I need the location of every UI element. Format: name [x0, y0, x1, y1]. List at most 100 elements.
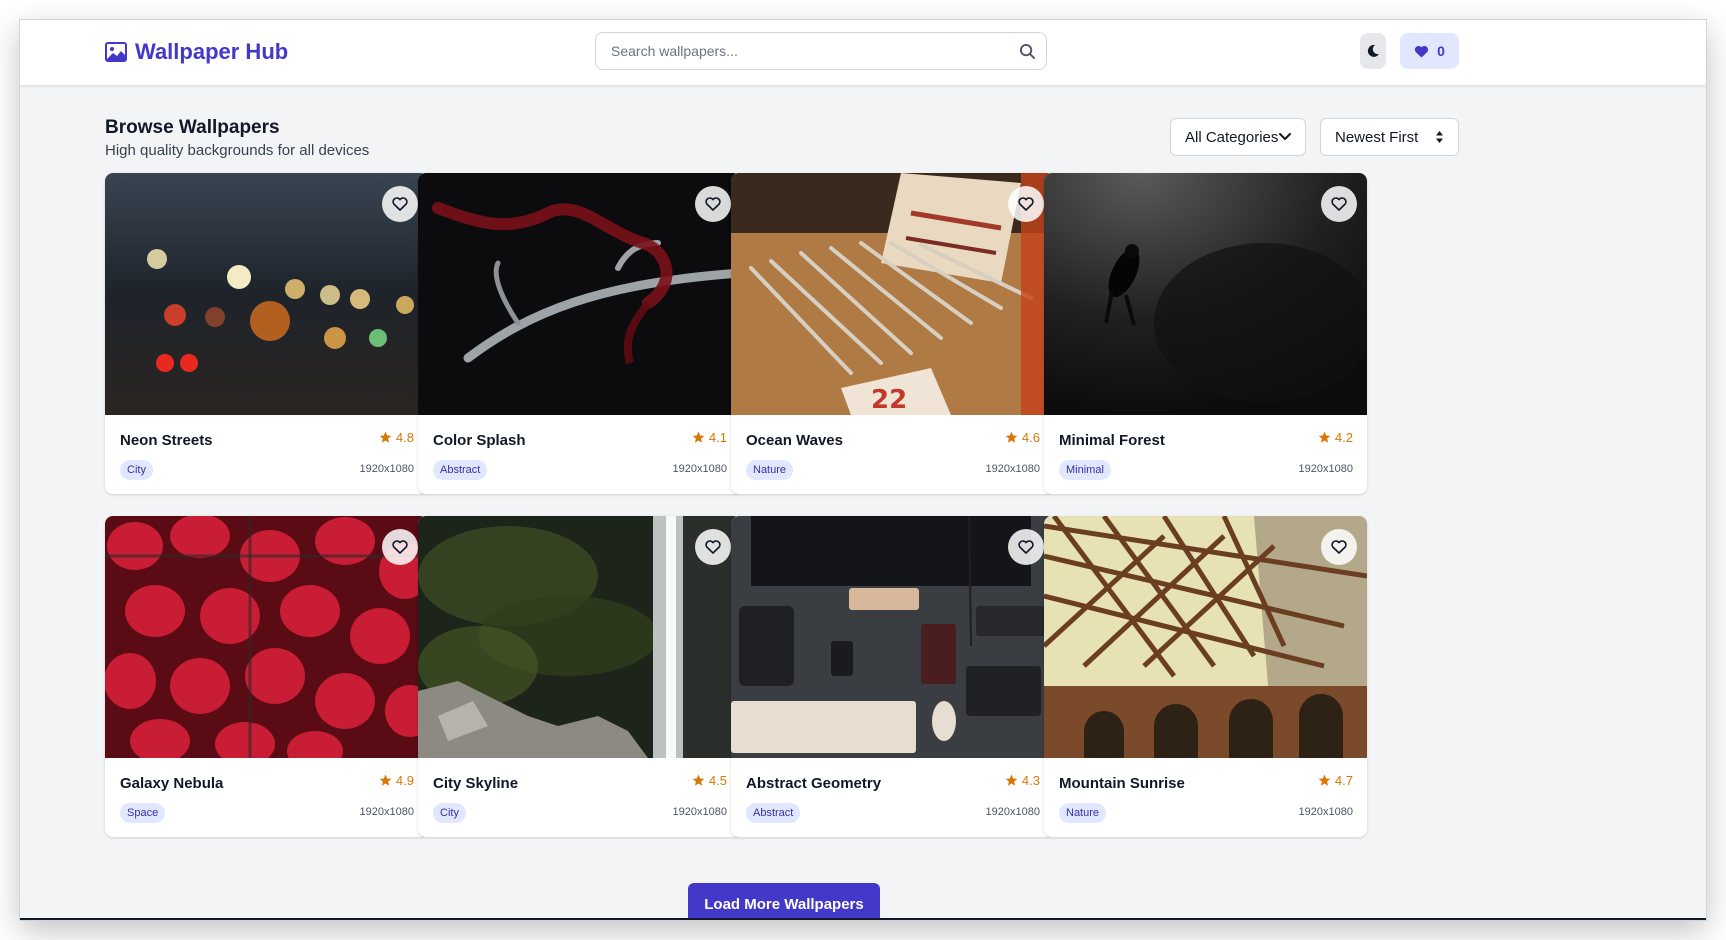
app-window: Wallpaper Hub 0 Browse Wallpapers High q… [20, 20, 1706, 920]
resolution-label: 1920x1080 [1298, 806, 1353, 818]
resolution-label: 1920x1080 [672, 806, 727, 818]
rating-value: 4.6 [1021, 430, 1040, 445]
page-subtitle: High quality backgrounds for all devices [105, 142, 370, 159]
favorite-toggle-button[interactable] [695, 529, 731, 565]
rating-value: 4.7 [1334, 773, 1353, 788]
bridge-image [1044, 516, 1367, 758]
wallpaper-rating: 4.5 [692, 773, 727, 788]
heart-outline-icon [1018, 540, 1034, 554]
resolution-label: 1920x1080 [1298, 463, 1353, 475]
rating-value: 4.2 [1334, 430, 1353, 445]
rating-value: 4.8 [395, 430, 414, 445]
wallpaper-card[interactable]: Abstract Geometry 4.3 Abstract 1920x1080 [731, 516, 1054, 837]
category-badge[interactable]: Nature [746, 460, 794, 480]
wallpaper-card[interactable]: City Skyline 4.5 City 1920x1080 [418, 516, 741, 837]
heart-outline-icon [705, 540, 721, 554]
wallpaper-card[interactable]: Galaxy Nebula 4.9 Space 1920x1080 [105, 516, 428, 837]
search-icon[interactable] [1019, 43, 1036, 60]
heart-outline-icon [392, 197, 408, 211]
wallpaper-rating: 4.2 [1318, 430, 1353, 445]
star-icon [379, 774, 392, 786]
chevron-down-icon [1279, 133, 1291, 140]
category-badge[interactable]: Abstract [746, 803, 801, 823]
wallpaper-title: Minimal Forest [1059, 432, 1165, 449]
favorite-toggle-button[interactable] [695, 186, 731, 222]
wallpaper-thumbnail[interactable] [731, 516, 1054, 758]
favorite-toggle-button[interactable] [382, 186, 418, 222]
brand-logo[interactable]: Wallpaper Hub [105, 39, 288, 65]
wallpaper-card[interactable]: Minimal Forest 4.2 Minimal 1920x1080 [1044, 173, 1367, 494]
resolution-label: 1920x1080 [985, 463, 1040, 475]
category-badge[interactable]: City [433, 803, 466, 823]
category-badge[interactable]: City [120, 460, 153, 480]
resolution-label: 1920x1080 [359, 806, 414, 818]
favorite-toggle-button[interactable] [1321, 186, 1357, 222]
sort-arrows-icon [1436, 131, 1443, 143]
search-input[interactable] [596, 33, 1046, 69]
waterfall-image [418, 516, 741, 758]
svg-text:22: 22 [871, 385, 907, 415]
sort-select[interactable]: Newest First [1320, 118, 1459, 156]
wallpaper-card[interactable]: Color Splash 4.1 Abstract 1920x1080 [418, 173, 741, 494]
favorite-toggle-button[interactable] [1008, 529, 1044, 565]
load-more-button[interactable]: Load More Wallpapers [688, 883, 880, 920]
wallpaper-card[interactable]: 22 Ocean Waves 4.6 Nature 1920x1080 [731, 173, 1054, 494]
favorite-toggle-button[interactable] [1008, 186, 1044, 222]
diver-dark-image [1044, 173, 1367, 415]
wallpaper-thumbnail[interactable]: 22 [731, 173, 1054, 415]
star-icon [1318, 774, 1331, 786]
star-icon [1005, 774, 1018, 786]
star-icon [1005, 431, 1018, 443]
category-badge[interactable]: Minimal [1059, 460, 1111, 480]
wallpaper-title: Galaxy Nebula [120, 775, 224, 792]
rating-value: 4.9 [395, 773, 414, 788]
favorite-toggle-button[interactable] [1321, 529, 1357, 565]
wallpaper-title: Neon Streets [120, 432, 213, 449]
strawberries-image [105, 516, 428, 758]
wallpaper-thumbnail[interactable] [105, 516, 428, 758]
wallpaper-thumbnail[interactable] [1044, 516, 1367, 758]
favorite-toggle-button[interactable] [382, 529, 418, 565]
heart-outline-icon [1331, 540, 1347, 554]
star-icon [1318, 431, 1331, 443]
wallpaper-card[interactable]: Neon Streets 4.8 City 1920x1080 [105, 173, 428, 494]
favorites-count: 0 [1437, 43, 1445, 59]
rating-value: 4.1 [708, 430, 727, 445]
category-badge[interactable]: Space [120, 803, 166, 823]
desk-setup-image [731, 516, 1054, 758]
wallpaper-thumbnail[interactable] [105, 173, 428, 415]
category-badge[interactable]: Nature [1059, 803, 1107, 823]
page-title: Browse Wallpapers [105, 117, 280, 138]
wallpaper-thumbnail[interactable] [418, 173, 741, 415]
category-select[interactable]: All Categories [1170, 118, 1306, 156]
star-icon [692, 431, 705, 443]
rating-value: 4.5 [708, 773, 727, 788]
heart-outline-icon [392, 540, 408, 554]
heart-outline-icon [705, 197, 721, 211]
brand-name: Wallpaper Hub [135, 39, 289, 64]
resolution-label: 1920x1080 [359, 463, 414, 475]
star-icon [379, 431, 392, 443]
heart-outline-icon [1331, 197, 1347, 211]
wallpaper-title: Abstract Geometry [746, 775, 882, 792]
sort-select-value: Newest First [1335, 128, 1419, 146]
window-edge [20, 918, 1706, 920]
wallpaper-card[interactable]: Mountain Sunrise 4.7 Nature 1920x1080 [1044, 516, 1367, 837]
bokeh-street-image [105, 173, 428, 415]
moon-icon [1367, 44, 1379, 57]
resolution-label: 1920x1080 [672, 463, 727, 475]
wallpaper-thumbnail[interactable] [418, 516, 741, 758]
resolution-label: 1920x1080 [985, 806, 1040, 818]
wallpaper-rating: 4.3 [1005, 773, 1040, 788]
wallpaper-title: City Skyline [433, 775, 519, 792]
rating-value: 4.3 [1021, 773, 1040, 788]
pencils-desk-image: 22 [731, 173, 1054, 415]
wallpaper-title: Ocean Waves [746, 432, 843, 449]
heart-filled-icon [1415, 45, 1429, 58]
wallpaper-thumbnail[interactable] [1044, 173, 1367, 415]
favorites-button[interactable]: 0 [1400, 33, 1459, 69]
theme-toggle-button[interactable] [1360, 33, 1386, 69]
category-select-value: All Categories [1185, 128, 1279, 146]
search-bar [595, 32, 1047, 70]
category-badge[interactable]: Abstract [433, 460, 488, 480]
